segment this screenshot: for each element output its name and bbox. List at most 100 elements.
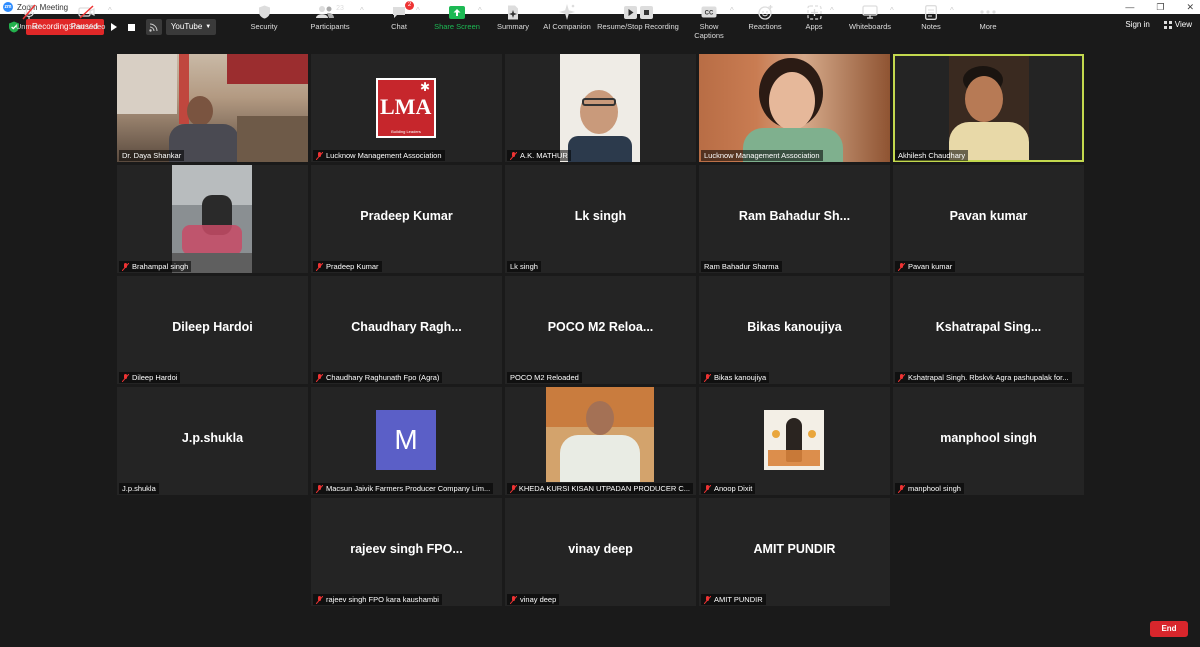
share-options-caret[interactable]: ^ — [478, 6, 482, 15]
mic-muted-icon — [316, 373, 323, 382]
video-tile[interactable]: Pavan kumar Pavan kumar — [893, 165, 1084, 273]
whiteboards-button[interactable]: Whiteboards — [846, 4, 894, 31]
whiteboards-options-caret[interactable]: ^ — [890, 6, 894, 15]
chat-button[interactable]: 2 Chat — [386, 1, 414, 31]
participant-name-label: Anoop Dixit — [701, 483, 756, 494]
livestream-dropdown[interactable]: YouTube ▼ — [165, 19, 217, 35]
video-tile[interactable]: Brahampal singh — [117, 165, 308, 273]
video-tile[interactable]: LMA ✱ Building Leaders Lucknow Managemen… — [311, 54, 502, 162]
video-tile[interactable]: Chaudhary Ragh... Chaudhary Raghunath Fp… — [311, 276, 502, 384]
participant-name-label: A.K. MATHUR — [507, 150, 571, 161]
participants-icon — [316, 6, 335, 18]
grid-view-icon — [1163, 20, 1172, 29]
security-button[interactable]: Security — [246, 4, 282, 31]
mic-muted-icon — [898, 484, 905, 493]
ai-companion-button[interactable]: AI Companion — [540, 4, 594, 31]
more-button[interactable]: More — [974, 4, 1002, 31]
participant-name-label: POCO M2 Reloaded — [507, 372, 582, 383]
participants-options-caret[interactable]: ^ — [360, 6, 364, 15]
stop-recording-icon[interactable] — [124, 19, 140, 35]
participant-name-label: J.p.shukla — [119, 483, 159, 494]
security-label: Security — [250, 22, 278, 31]
video-tile[interactable]: Pradeep Kumar Pradeep Kumar — [311, 165, 502, 273]
reactions-label: Reactions — [748, 22, 782, 31]
ai-sparkle-icon — [559, 4, 575, 20]
video-tile[interactable]: Anoop Dixit — [699, 387, 890, 495]
participant-name-label: Pavan kumar — [895, 261, 956, 272]
video-tile[interactable]: Dr. Daya Shankar — [117, 54, 308, 162]
participant-display-name: Dileep Hardoi — [172, 320, 253, 334]
participant-photo — [764, 410, 824, 470]
participant-name-label: KHEDA KURSI KISAN UTPADAN PRODUCER C... — [507, 483, 693, 494]
video-tile[interactable]: rajeev singh FPO... rajeev singh FPO kar… — [311, 498, 502, 606]
video-tile[interactable]: AMIT PUNDIR AMIT PUNDIR — [699, 498, 890, 606]
participant-name-label: Kshatrapal Singh. Rbskvk Agra pashupalak… — [895, 372, 1072, 383]
participant-name-label: manphool singh — [895, 483, 964, 494]
chat-label: Chat — [391, 22, 407, 31]
reactions-button[interactable]: Reactions — [746, 4, 784, 31]
resume-stop-recording-button[interactable]: Resume/Stop Recording — [596, 4, 680, 31]
close-icon[interactable]: ✕ — [1186, 2, 1194, 13]
stop-icon — [639, 5, 653, 19]
video-tile[interactable]: Lk singh Lk singh — [505, 165, 696, 273]
show-captions-button[interactable]: CC Show Captions — [684, 4, 734, 40]
video-tile[interactable]: J.p.shukla J.p.shukla — [117, 387, 308, 495]
notes-options-caret[interactable]: ^ — [950, 6, 954, 15]
video-tile[interactable]: Bikas kanoujiya Bikas kanoujiya — [699, 276, 890, 384]
audio-options-caret[interactable]: ^ — [46, 6, 50, 15]
participant-display-name: vinay deep — [568, 542, 633, 556]
participant-video — [949, 56, 1029, 160]
meeting-controls — [0, 612, 1200, 647]
chat-options-caret[interactable]: ^ — [416, 6, 420, 15]
minimize-icon[interactable]: — — [1125, 2, 1134, 12]
participant-name-label: Lucknow Management Association — [313, 150, 445, 161]
video-tile[interactable]: manphool singh manphool singh — [893, 387, 1084, 495]
captions-options-caret[interactable]: ^ — [730, 6, 734, 15]
livestream-icon[interactable] — [145, 19, 162, 35]
apps-options-caret[interactable]: ^ — [830, 6, 834, 15]
video-tile[interactable]: POCO M2 Reloa... POCO M2 Reloaded — [505, 276, 696, 384]
video-tile[interactable]: A.K. MATHUR — [505, 54, 696, 162]
sign-in-link[interactable]: Sign in — [1125, 20, 1149, 29]
participant-display-name: Pavan kumar — [949, 209, 1028, 223]
participant-name-label: Akhilesh Chaudhary — [895, 150, 969, 161]
participant-name-label: Macsun Jaivik Farmers Producer Company L… — [313, 483, 494, 494]
notes-icon — [925, 4, 937, 20]
video-tile[interactable]: KHEDA KURSI KISAN UTPADAN PRODUCER C... — [505, 387, 696, 495]
apps-icon — [806, 4, 822, 20]
video-tile[interactable]: Ram Bahadur Sh... Ram Bahadur Sharma — [699, 165, 890, 273]
start-video-button[interactable]: Start Video — [64, 4, 110, 31]
summary-button[interactable]: Summary — [495, 4, 531, 31]
participant-display-name: Pradeep Kumar — [360, 209, 453, 223]
participant-name-label: Pradeep Kumar — [313, 261, 382, 272]
chat-icon — [393, 7, 405, 18]
unmute-label: Unmute — [15, 22, 43, 31]
unmute-button[interactable]: Unmute — [10, 4, 48, 31]
end-meeting-button[interactable]: End — [1150, 621, 1188, 637]
video-tile[interactable]: vinay deep vinay deep — [505, 498, 696, 606]
share-screen-button[interactable]: Share Screen — [432, 4, 482, 31]
mic-muted-icon — [122, 262, 129, 271]
video-tile[interactable]: Lucknow Management Association — [699, 54, 890, 162]
livestream-label: YouTube — [170, 22, 203, 31]
participant-display-name: Lk singh — [574, 209, 627, 223]
participant-name-label: Chaudhary Raghunath Fpo (Agra) — [313, 372, 443, 383]
participant-display-name: manphool singh — [940, 431, 1037, 445]
video-tile-active-speaker[interactable]: Akhilesh Chaudhary — [893, 54, 1084, 162]
maximize-icon[interactable]: ❐ — [1156, 2, 1164, 13]
participant-photo — [546, 387, 654, 482]
notes-button[interactable]: Notes — [916, 4, 946, 31]
video-tile[interactable]: M Macsun Jaivik Farmers Producer Company… — [311, 387, 502, 495]
participants-button[interactable]: 23 Participants — [306, 4, 354, 32]
view-button[interactable]: View — [1163, 20, 1192, 29]
participant-video — [560, 54, 640, 162]
summary-icon — [508, 5, 518, 19]
mic-muted-icon — [510, 595, 517, 604]
video-options-caret[interactable]: ^ — [108, 6, 112, 15]
chat-badge: 2 — [405, 1, 414, 10]
participant-name-label: AMIT PUNDIR — [701, 594, 766, 605]
video-tile[interactable]: Kshatrapal Sing... Kshatrapal Singh. Rbs… — [893, 276, 1084, 384]
mic-muted-icon — [316, 484, 323, 493]
apps-button[interactable]: Apps — [800, 4, 828, 31]
video-tile[interactable]: Dileep Hardoi Dileep Hardoi — [117, 276, 308, 384]
